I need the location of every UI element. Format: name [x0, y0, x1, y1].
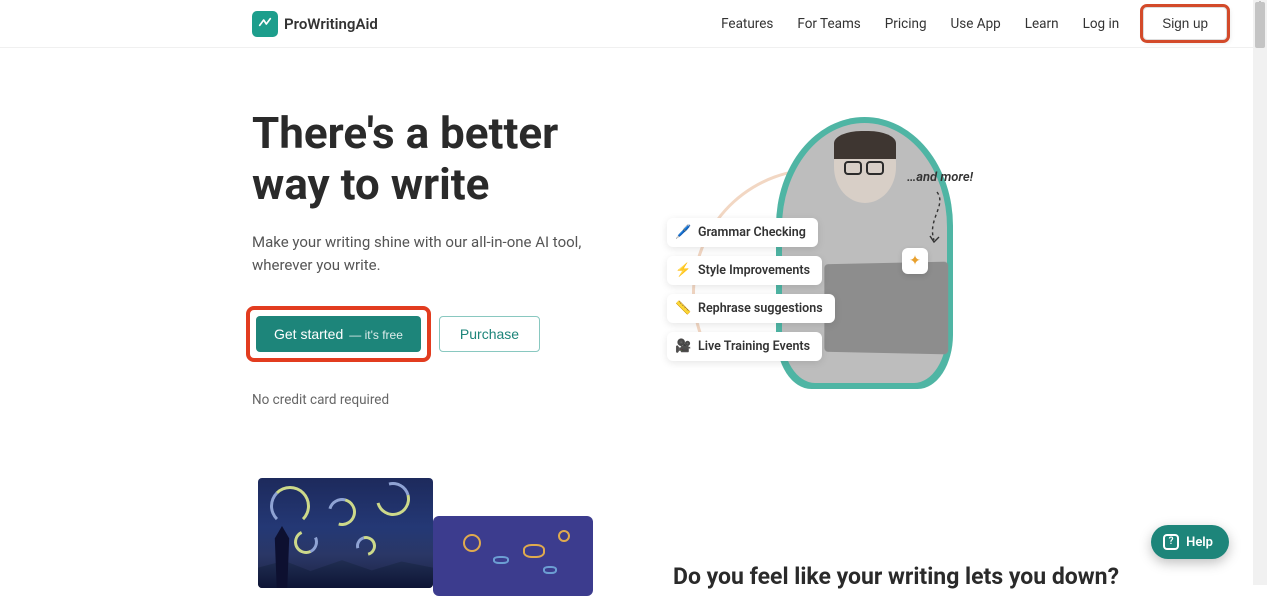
section2-heading: Do you feel like your writing lets you d… — [673, 563, 1119, 598]
sparkle-icon: ✦ — [902, 248, 928, 274]
ruler-icon: 📏 — [676, 301, 691, 316]
get-started-button[interactable]: Get started — it's free — [256, 316, 421, 352]
laptop-illustration — [824, 262, 948, 355]
dotted-arrow-icon — [922, 190, 952, 245]
feature-pill-grammar: 🖊️ Grammar Checking — [667, 218, 818, 247]
feature-pill-label: Grammar Checking — [698, 225, 806, 240]
hero-text-column: There's a better way to write Make your … — [252, 108, 612, 408]
brand-name: ProWritingAid — [284, 15, 378, 33]
cta-note: No credit card required — [252, 392, 612, 408]
starry-night-canvas — [258, 478, 433, 588]
hero-title: There's a better way to write — [252, 108, 612, 209]
hero-illustration: ✦ …and more! 🖊️ Grammar Checking ⚡ Style… — [672, 118, 1012, 388]
pen-icon: 🖊️ — [676, 225, 691, 240]
help-icon: ? — [1163, 534, 1179, 550]
help-label: Help — [1186, 535, 1213, 550]
and-more-label: …and more! — [907, 170, 973, 185]
get-started-sublabel: — it's free — [349, 328, 403, 342]
site-header: ProWritingAid Features For Teams Pricing… — [0, 0, 1267, 48]
feature-pill-label: Style Improvements — [698, 263, 810, 278]
help-widget-button[interactable]: ? Help — [1151, 525, 1229, 559]
nav-features[interactable]: Features — [721, 16, 773, 32]
artwork-back-canvas — [433, 516, 593, 596]
nav-log-in[interactable]: Log in — [1083, 16, 1120, 32]
feature-pill-label: Rephrase suggestions — [698, 301, 823, 316]
bolt-icon: ⚡ — [676, 263, 691, 278]
nav-for-teams[interactable]: For Teams — [797, 16, 860, 32]
scrollbar-track[interactable] — [1253, 0, 1267, 585]
hero-subtitle: Make your writing shine with our all-in-… — [252, 231, 612, 278]
hero-section: There's a better way to write Make your … — [0, 48, 1267, 408]
primary-nav: Features For Teams Pricing Use App Learn… — [721, 7, 1227, 40]
get-started-label: Get started — [274, 326, 343, 342]
cta-row: Get started — it's free Purchase — [252, 312, 612, 356]
feature-pill-label: Live Training Events — [698, 339, 810, 354]
scrollbar-thumb[interactable] — [1255, 2, 1265, 48]
artwork-illustration — [258, 478, 593, 598]
feature-pill-list: 🖊️ Grammar Checking ⚡ Style Improvements… — [667, 218, 835, 361]
feature-pill-rephrase: 📏 Rephrase suggestions — [667, 294, 835, 323]
purchase-button[interactable]: Purchase — [439, 316, 540, 352]
sign-up-button[interactable]: Sign up — [1143, 7, 1227, 40]
feature-pill-style: ⚡ Style Improvements — [667, 256, 822, 285]
nav-pricing[interactable]: Pricing — [885, 16, 927, 32]
camera-icon: 🎥 — [676, 339, 691, 354]
feature-pill-training: 🎥 Live Training Events — [667, 332, 822, 361]
brand-logo[interactable]: ProWritingAid — [252, 11, 378, 37]
brand-logo-icon — [252, 11, 278, 37]
nav-use-app[interactable]: Use App — [951, 16, 1001, 32]
nav-learn[interactable]: Learn — [1025, 16, 1059, 32]
section-writing-lets-you-down: Do you feel like your writing lets you d… — [0, 478, 1267, 598]
